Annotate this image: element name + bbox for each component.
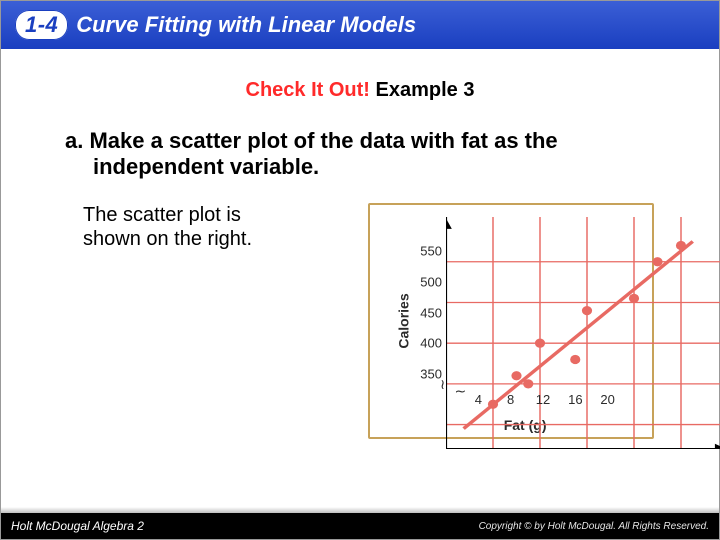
footer-right-text: Copyright © by Holt McDougal. All Rights… [479, 521, 709, 532]
section-badge: 1-4 [15, 10, 68, 40]
x-tick-label: 12 [536, 392, 550, 407]
example-rest-label: Example 3 [370, 79, 475, 101]
x-tick-label: 8 [507, 392, 514, 407]
y-tick-label: 400 [406, 336, 442, 351]
header-title: Curve Fitting with Linear Models [76, 12, 416, 38]
chart-plot-area [446, 217, 720, 449]
y-tick-label: 350 [406, 367, 442, 382]
y-tick-label: 450 [406, 305, 442, 320]
footer-left-text: Holt McDougal Algebra 2 [11, 519, 144, 533]
header-bar: 1-4 Curve Fitting with Linear Models [1, 1, 719, 49]
slide-content: Check It Out! Example 3 a. Make a scatte… [1, 49, 719, 439]
x-tick-label: 16 [568, 392, 582, 407]
y-tick-label: 550 [406, 243, 442, 258]
body-text: The scatter plot is shown on the right. [83, 203, 303, 251]
example-red-label: Check It Out! [246, 79, 370, 101]
footer-bar: Holt McDougal Algebra 2 Copyright © by H… [1, 513, 719, 539]
y-axis-break-icon: ≀ [440, 376, 445, 393]
instruction-text: a. Make a scatter plot of the data with … [65, 128, 655, 181]
x-tick-label: 4 [475, 392, 482, 407]
x-axis-break-icon: ≀ [452, 389, 469, 394]
example-title: Check It Out! Example 3 [25, 79, 695, 102]
scatter-chart: Calories Fat (g) 35040045050055048121620… [368, 203, 654, 439]
x-tick-label: 20 [600, 392, 614, 407]
y-tick-label: 500 [406, 274, 442, 289]
